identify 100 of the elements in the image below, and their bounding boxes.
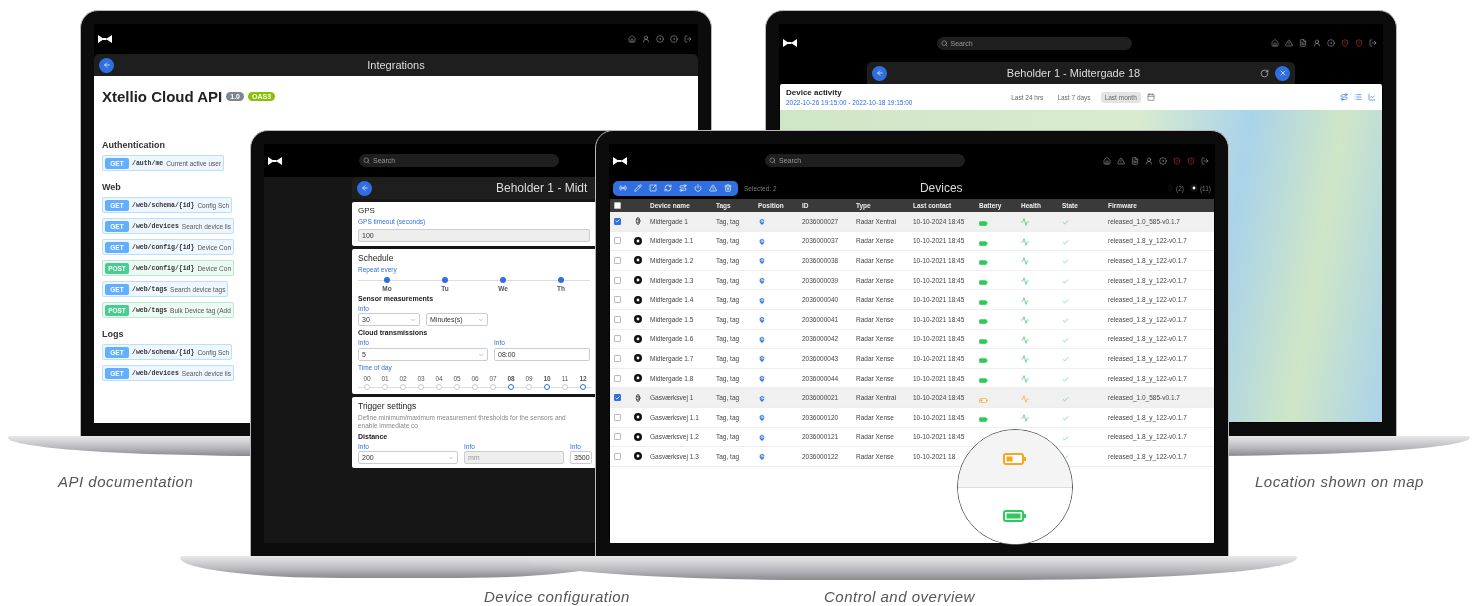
- external-link-icon[interactable]: [649, 184, 657, 192]
- hour-toggle[interactable]: [454, 384, 460, 390]
- check-icon: [1062, 238, 1069, 246]
- circle-icon[interactable]: [670, 35, 678, 43]
- map-pin-icon[interactable]: [758, 375, 766, 384]
- hour-toggle[interactable]: [418, 384, 424, 390]
- back-button[interactable]: [872, 65, 887, 81]
- hour-toggle[interactable]: [580, 384, 586, 390]
- row-checkbox[interactable]: [614, 315, 621, 323]
- row-checkbox[interactable]: [614, 413, 621, 421]
- row-checkbox[interactable]: [614, 374, 621, 382]
- map-pin-icon[interactable]: [758, 237, 766, 246]
- select-all-checkbox[interactable]: [614, 202, 621, 209]
- map-pin-icon[interactable]: [758, 218, 766, 227]
- page-title: Integrations: [366, 59, 426, 71]
- map-pin-icon[interactable]: [758, 414, 766, 423]
- shield-icon[interactable]: [1187, 156, 1195, 165]
- warning-icon[interactable]: [1117, 156, 1125, 165]
- check-icon: [1062, 395, 1069, 403]
- map-pin-icon[interactable]: [758, 277, 766, 286]
- arrow-left-icon: [875, 69, 884, 77]
- back-button[interactable]: [357, 180, 372, 196]
- trash-icon[interactable]: [724, 184, 732, 192]
- day-toggle[interactable]: [558, 276, 564, 283]
- calendar-icon[interactable]: [1146, 93, 1155, 101]
- section-heading: Logs: [102, 329, 124, 339]
- user-icon[interactable]: [642, 35, 650, 43]
- map-pin-icon[interactable]: [758, 394, 766, 403]
- row-checkbox[interactable]: [614, 433, 621, 441]
- row-checkbox[interactable]: [614, 276, 621, 284]
- logout-icon[interactable]: [1201, 156, 1209, 165]
- check-icon: [1062, 317, 1069, 325]
- sensor-icon: [634, 295, 642, 304]
- page-title: Devices: [918, 181, 964, 195]
- row-checkbox[interactable]: [614, 296, 621, 304]
- hour-toggle[interactable]: [562, 384, 568, 390]
- circle-icon[interactable]: [656, 35, 664, 43]
- home-icon[interactable]: [628, 35, 636, 43]
- shield-icon[interactable]: [1173, 156, 1181, 165]
- map-pin-icon[interactable]: [758, 316, 766, 325]
- bowtie-logo: [268, 156, 282, 165]
- shield-icon[interactable]: [1355, 39, 1363, 47]
- circle-icon[interactable]: [1327, 39, 1335, 47]
- hour-toggle[interactable]: [382, 384, 388, 390]
- map-pin-icon[interactable]: [758, 433, 766, 442]
- row-checkbox[interactable]: [614, 354, 621, 362]
- back-button[interactable]: [99, 57, 114, 73]
- map-pin-icon[interactable]: [758, 296, 766, 305]
- close-button[interactable]: [1275, 65, 1290, 81]
- map-pin-icon[interactable]: [758, 355, 766, 364]
- section-heading: Authentication: [102, 140, 165, 150]
- row-checkbox[interactable]: [614, 394, 621, 402]
- map-pin-icon[interactable]: [758, 257, 766, 266]
- arrow-left-icon: [360, 184, 369, 192]
- hour-toggle[interactable]: [544, 384, 550, 390]
- list-icon[interactable]: [1354, 93, 1362, 101]
- hour-toggle[interactable]: [508, 384, 514, 390]
- route-icon[interactable]: [1340, 93, 1348, 101]
- refresh-icon[interactable]: [1260, 68, 1269, 78]
- check-icon: [1062, 356, 1069, 364]
- user-icon[interactable]: [1145, 156, 1153, 165]
- line-chart-icon[interactable]: [1368, 93, 1376, 101]
- row-checkbox[interactable]: [614, 217, 621, 225]
- row-checkbox[interactable]: [614, 335, 621, 343]
- section-heading: Web: [102, 182, 121, 192]
- hour-toggle[interactable]: [364, 384, 370, 390]
- hour-toggle[interactable]: [472, 384, 478, 390]
- close-icon: [1278, 69, 1287, 77]
- sensor-icon: [634, 315, 642, 324]
- day-toggle[interactable]: [384, 276, 390, 283]
- check-icon: [1062, 278, 1069, 286]
- hour-toggle[interactable]: [490, 384, 496, 390]
- circle-icon[interactable]: [1159, 156, 1167, 165]
- search-icon: [769, 157, 776, 164]
- pencil-icon[interactable]: [634, 184, 642, 192]
- shield-icon[interactable]: [1341, 39, 1349, 47]
- day-toggle[interactable]: [500, 276, 506, 283]
- arrow-left-icon: [102, 61, 111, 69]
- row-checkbox[interactable]: [614, 257, 621, 264]
- hour-toggle[interactable]: [526, 384, 532, 390]
- hour-toggle[interactable]: [436, 384, 442, 390]
- warning-icon[interactable]: [1285, 39, 1293, 47]
- sensor-icon: [634, 236, 642, 245]
- home-icon[interactable]: [1271, 39, 1279, 47]
- map-pin-icon[interactable]: [758, 335, 766, 344]
- document-icon[interactable]: [1131, 156, 1139, 165]
- row-checkbox[interactable]: [614, 237, 621, 245]
- document-icon[interactable]: [1299, 39, 1307, 47]
- row-checkbox[interactable]: [614, 452, 621, 460]
- refresh-icon[interactable]: [664, 184, 672, 192]
- home-icon[interactable]: [1103, 156, 1111, 165]
- check-icon: [1062, 376, 1069, 384]
- logout-icon[interactable]: [1369, 39, 1377, 47]
- hour-toggle[interactable]: [400, 384, 406, 390]
- map-pin-icon[interactable]: [758, 453, 766, 462]
- logout-icon[interactable]: [684, 35, 692, 43]
- sensor-icon: [1189, 184, 1198, 192]
- power-icon[interactable]: [694, 184, 702, 192]
- user-icon[interactable]: [1313, 39, 1321, 47]
- day-toggle[interactable]: [442, 276, 448, 283]
